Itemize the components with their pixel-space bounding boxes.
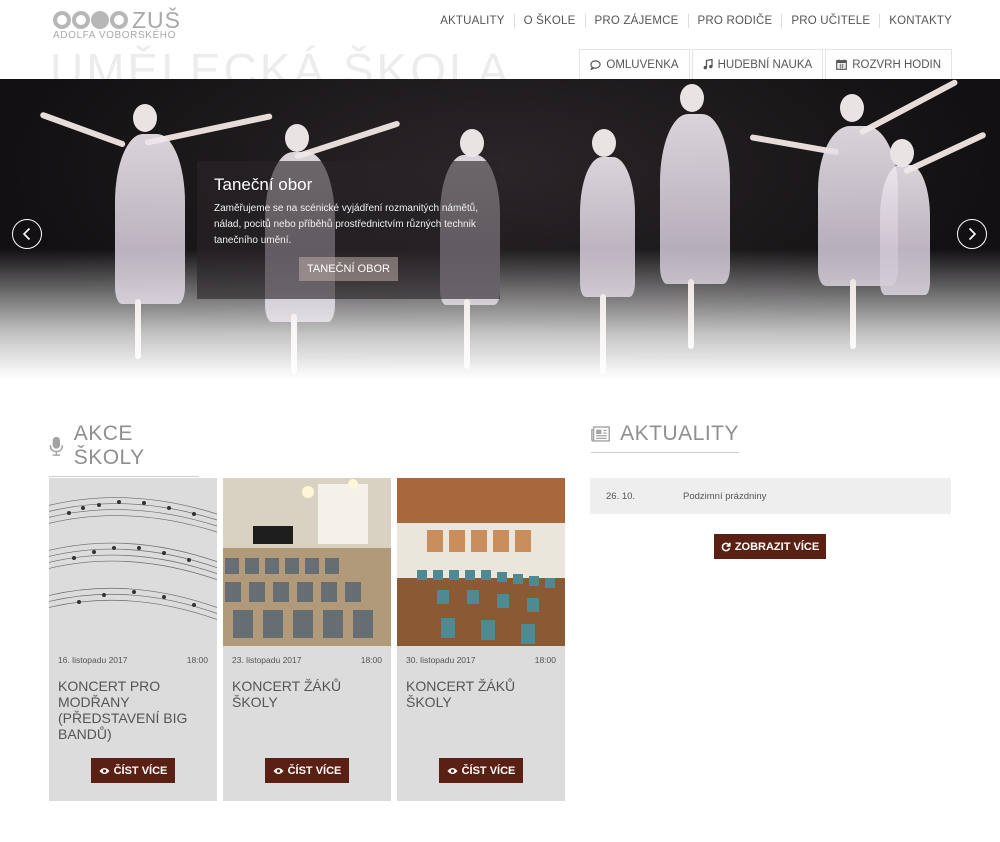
slider-text: Zaměřujeme se na scénické vyjádření rozm… [214, 203, 479, 246]
logo-circles-icon [53, 11, 128, 29]
event-card[interactable]: 30. listopadu 2017 18:00 KONCERT ŽÁKŮ ŠK… [397, 478, 565, 801]
eye-icon [99, 767, 110, 774]
nav-item-kontakty[interactable]: KONTAKTY [879, 14, 952, 28]
event-cards: 16. listopadu 2017 18:00 KONCERT PRO MOD… [49, 478, 565, 801]
logo[interactable]: ZUŠ [53, 7, 181, 33]
akce-section-header: AKCE ŠKOLY [49, 422, 199, 477]
slider-title: Taneční obor [214, 175, 313, 194]
microphone-icon [49, 436, 64, 456]
hero-slider: Taneční obor Zaměřujeme se na scénické v… [0, 79, 1000, 379]
eye-icon [273, 767, 284, 774]
background-title: UMĚLECKÁ ŠKOLA [50, 44, 512, 79]
read-more-button[interactable]: ČÍST VÍCE [91, 758, 175, 783]
comment-icon [590, 59, 602, 70]
main-nav: AKTUALITY O ŠKOLE PRO ZÁJEMCE PRO RODIČE… [431, 14, 952, 28]
event-title: KONCERT PRO MODŘANY (PŘEDSTAVENÍ BIG BAN… [58, 678, 188, 742]
site-header: ZUŠ ADOLFA VOBORSKÉHO UMĚLECKÁ ŠKOLA AKT… [0, 0, 1000, 80]
event-date: 16. listopadu 2017 [58, 655, 128, 665]
omluvenka-button[interactable]: OMLUVENKA [579, 49, 690, 79]
event-card[interactable]: 23. listopadu 2017 18:00 KONCERT ŽÁKŮ ŠK… [223, 478, 391, 801]
event-time: 18:00 [534, 655, 556, 665]
akce-section-title: AKCE ŠKOLY [73, 422, 145, 469]
slider-prev-button[interactable] [12, 219, 42, 249]
nav-item-pro-zajemce[interactable]: PRO ZÁJEMCE [584, 14, 688, 28]
news-item[interactable]: 26. 10. Podzimní prázdniny [590, 478, 951, 514]
school-hall-image [397, 478, 565, 646]
newspaper-icon [591, 426, 610, 442]
event-date: 30. listopadu 2017 [406, 655, 476, 665]
sheet-music-image [49, 478, 217, 646]
event-date: 23. listopadu 2017 [232, 655, 302, 665]
news-title: Podzimní prázdniny [683, 490, 767, 502]
calendar-icon [836, 59, 848, 70]
hudebni-nauka-label: HUDEBNÍ NAUKA [717, 58, 813, 71]
read-more-button[interactable]: ČÍST VÍCE [265, 758, 349, 783]
event-time: 18:00 [186, 655, 208, 665]
tanecni-obor-button[interactable]: TANEČNÍ OBOR [299, 257, 398, 281]
quick-links: OMLUVENKA HUDEBNÍ NAUKA ROZVRH HODIN [579, 49, 952, 79]
chevron-right-icon [968, 227, 977, 241]
chevron-left-icon [22, 227, 31, 241]
event-card[interactable]: 16. listopadu 2017 18:00 KONCERT PRO MOD… [49, 478, 217, 801]
nav-item-aktuality[interactable]: AKTUALITY [431, 14, 513, 28]
event-title: KONCERT ŽÁKŮ ŠKOLY [406, 678, 516, 710]
concert-hall-image [223, 478, 391, 646]
event-title: KONCERT ŽÁKŮ ŠKOLY [232, 678, 342, 710]
news-date: 26. 10. [606, 490, 636, 502]
music-icon [703, 59, 713, 70]
slider-caption: Taneční obor Zaměřujeme se na scénické v… [197, 161, 500, 299]
nav-item-o-skole[interactable]: O ŠKOLE [513, 14, 585, 28]
nav-item-pro-rodice[interactable]: PRO RODIČE [687, 14, 782, 28]
event-time: 18:00 [360, 655, 382, 665]
slider-next-button[interactable] [957, 219, 987, 249]
nav-item-pro-ucitele[interactable]: PRO UČITELE [781, 14, 879, 28]
aktuality-section-header: AKTUALITY [591, 422, 739, 453]
show-more-button[interactable]: ZOBRAZIT VÍCE [714, 534, 826, 559]
rozvrh-hodin-label: ROZVRH HODIN [852, 58, 941, 71]
news-list: 26. 10. Podzimní prázdniny [590, 478, 951, 514]
omluvenka-label: OMLUVENKA [606, 58, 679, 71]
read-more-button[interactable]: ČÍST VÍCE [439, 758, 523, 783]
rozvrh-hodin-button[interactable]: ROZVRH HODIN [825, 49, 952, 79]
aktuality-section-title: AKTUALITY [620, 422, 739, 445]
logo-subtitle: ADOLFA VOBORSKÉHO [53, 30, 177, 41]
logo-name: ZUŠ [132, 7, 181, 33]
eye-icon [447, 767, 458, 774]
hudebni-nauka-button[interactable]: HUDEBNÍ NAUKA [691, 49, 824, 79]
refresh-icon [721, 542, 731, 551]
